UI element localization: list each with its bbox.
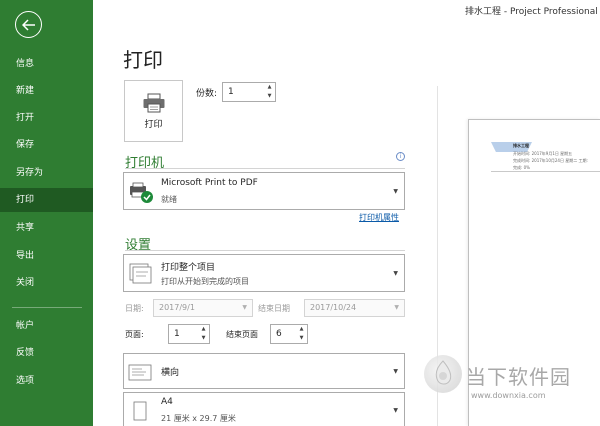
chevron-up-icon[interactable]: ▲ — [202, 326, 206, 333]
chevron-up-icon[interactable]: ▲ — [268, 84, 272, 91]
backstage-sidebar: 信息 新建 打开 保存 另存为 打印 共享 导出 关闭 帐户 反馈 选项 — [0, 0, 93, 426]
chevron-down-icon: ▼ — [393, 407, 398, 414]
sidebar-item-export[interactable]: 导出 — [0, 244, 93, 268]
print-scope-title: 打印整个项目 — [161, 263, 216, 273]
watermark-text: 当下软件园 — [466, 365, 571, 389]
chevron-down-icon[interactable]: ▼ — [242, 300, 247, 316]
paper-icon — [133, 401, 147, 421]
orientation-dropdown[interactable]: 横向 ▼ — [123, 353, 405, 389]
printer-status-icon — [130, 182, 153, 203]
landscape-orientation-icon — [128, 364, 152, 381]
print-scope-description: 打印从开始到完成的项目 — [161, 277, 249, 286]
page-title: 打印 — [123, 48, 163, 72]
print-button[interactable]: 打印 — [124, 80, 183, 142]
printer-section-divider — [125, 168, 405, 169]
start-date-field[interactable]: 2017/9/1 ▼ — [153, 299, 253, 317]
sidebar-item-feedback[interactable]: 反馈 — [0, 341, 93, 365]
start-date-label: 日期: — [125, 304, 144, 313]
start-date-value: 2017/9/1 — [159, 303, 195, 312]
window-title: 排水工程 - Project Professional — [465, 7, 598, 17]
chevron-down-icon: ▼ — [393, 188, 398, 195]
printer-status: 就绪 — [161, 195, 177, 204]
printer-properties-link[interactable]: 打印机属性 — [359, 212, 399, 223]
printer-icon — [143, 93, 164, 112]
sidebar-item-share[interactable]: 共享 — [0, 216, 93, 240]
sidebar-item-info[interactable]: 信息 — [0, 52, 93, 76]
sidebar-item-options[interactable]: 选项 — [0, 369, 93, 393]
copies-label: 份数: — [196, 89, 218, 99]
orientation-value: 横向 — [161, 368, 180, 378]
sidebar-item-account[interactable]: 帐户 — [0, 314, 93, 338]
paper-dimensions: 21 厘米 x 29.7 厘米 — [161, 414, 236, 423]
back-arrow-icon — [21, 18, 35, 31]
watermark-logo-icon — [424, 355, 462, 393]
watermark: 当下软件园 www.downxia.com — [424, 351, 600, 426]
chevron-down-icon[interactable]: ▼ — [202, 335, 206, 342]
print-scope-dropdown[interactable]: 打印整个项目 打印从开始到完成的项目 ▼ — [123, 254, 405, 292]
sidebar-item-save-as[interactable]: 另存为 — [0, 161, 93, 185]
chevron-down-icon[interactable]: ▼ — [300, 335, 304, 342]
end-date-field[interactable]: 2017/10/24 ▼ — [304, 299, 405, 317]
preview-line-finish: 完成时间: 2017年10月24日 星期二 工期: — [513, 158, 588, 163]
back-button[interactable] — [15, 11, 42, 38]
preview-rule — [491, 171, 600, 172]
preview-header-text: 排水工程 — [513, 143, 529, 148]
sidebar-item-open[interactable]: 打开 — [0, 106, 93, 130]
start-page-stepper[interactable]: ▲ ▼ — [168, 324, 210, 344]
printer-name: Microsoft Print to PDF — [161, 178, 258, 188]
paper-size-dropdown[interactable]: A4 21 厘米 x 29.7 厘米 ▼ — [123, 392, 405, 426]
sidebar-item-new[interactable]: 新建 — [0, 79, 93, 103]
start-page-label: 页面: — [125, 330, 144, 339]
end-date-value: 2017/10/24 — [310, 303, 357, 312]
end-date-label: 结束日期 — [258, 304, 290, 313]
start-page-stepper-arrows[interactable]: ▲ ▼ — [199, 326, 208, 342]
title-bar: 排水工程 - Project Professional — [93, 0, 600, 20]
copies-stepper[interactable]: ▲ ▼ — [222, 82, 276, 102]
sidebar-item-save[interactable]: 保存 — [0, 133, 93, 157]
sidebar-divider — [12, 307, 82, 308]
paper-name: A4 — [161, 397, 173, 407]
watermark-url: www.downxia.com — [471, 391, 546, 400]
print-scope-icon — [129, 263, 152, 284]
chevron-down-icon: ▼ — [393, 368, 398, 375]
settings-section-divider — [125, 250, 405, 251]
end-page-label: 结束页面 — [226, 330, 258, 339]
chevron-down-icon[interactable]: ▼ — [268, 93, 272, 100]
printer-dropdown[interactable]: Microsoft Print to PDF 就绪 ▼ — [123, 172, 405, 210]
end-page-stepper[interactable]: ▲ ▼ — [270, 324, 308, 344]
copies-stepper-arrows[interactable]: ▲ ▼ — [265, 84, 274, 100]
chevron-down-icon: ▼ — [393, 270, 398, 277]
end-page-stepper-arrows[interactable]: ▲ ▼ — [297, 326, 306, 342]
preview-line-start: 开始时间: 2017年9月1日 星期五 — [513, 151, 573, 156]
preview-header-block: 排水工程 开始时间: 2017年9月1日 星期五 完成时间: 2017年10月2… — [491, 142, 600, 172]
chevron-up-icon[interactable]: ▲ — [300, 326, 304, 333]
sidebar-item-print[interactable]: 打印 — [0, 188, 93, 212]
sidebar-item-close[interactable]: 关闭 — [0, 271, 93, 295]
info-icon[interactable]: i — [396, 152, 405, 161]
print-button-label: 打印 — [144, 119, 163, 130]
chevron-down-icon[interactable]: ▼ — [394, 300, 399, 316]
